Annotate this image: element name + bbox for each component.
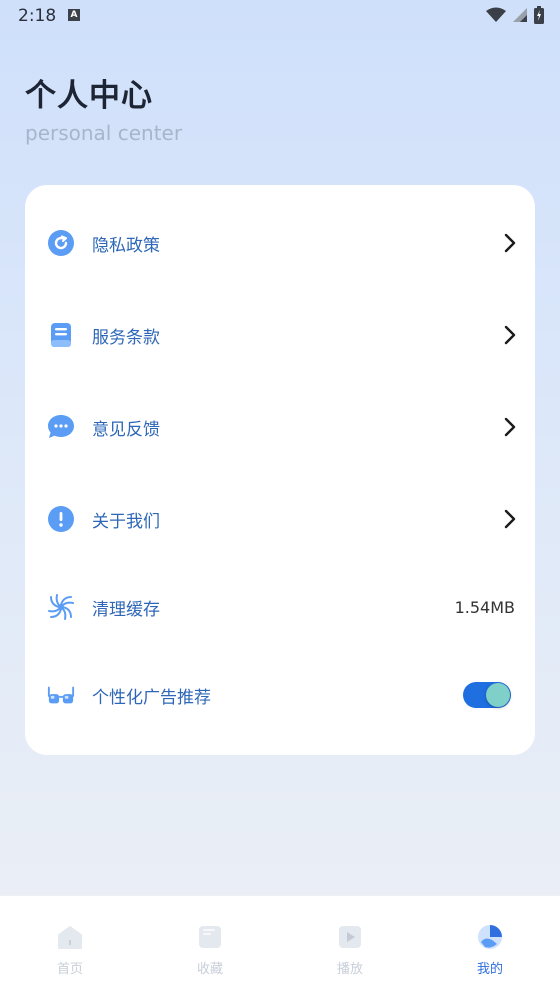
settings-card: 隐私政策 服务条款 意见反馈 关于我们 清理缓存 1.54MB 个性化广告推荐 — [25, 185, 535, 755]
tab-favorites-label: 收藏 — [196, 962, 223, 977]
status-notification-icon: A — [68, 9, 80, 21]
clear-cache-label: 清理缓存 — [92, 599, 160, 620]
about-us-row[interactable]: 关于我们 — [25, 489, 535, 549]
document-icon — [47, 321, 75, 349]
privacy-policy-row[interactable]: 隐私政策 — [25, 213, 535, 273]
privacy-policy-label: 隐私政策 — [92, 235, 160, 256]
status-time: 2:18 — [18, 6, 57, 26]
tab-favorites[interactable]: 收藏 — [140, 896, 280, 995]
personalized-ads-row: 个性化广告推荐 — [25, 665, 535, 725]
swirl-icon — [47, 593, 75, 621]
bookmark-icon — [199, 926, 221, 948]
play-icon — [339, 926, 361, 948]
profile-icon — [478, 925, 502, 949]
tab-home-label: 首页 — [56, 962, 83, 977]
clear-cache-row[interactable]: 清理缓存 1.54MB — [25, 577, 535, 637]
refresh-circle-icon — [47, 229, 75, 257]
tab-play-label: 播放 — [336, 962, 363, 977]
terms-of-service-row[interactable]: 服务条款 — [25, 305, 535, 365]
feedback-row[interactable]: 意见反馈 — [25, 397, 535, 457]
status-bar: 2:18 A — [0, 0, 560, 32]
about-us-label: 关于我们 — [92, 511, 160, 532]
chevron-right-icon — [504, 325, 516, 345]
chevron-right-icon — [504, 509, 516, 529]
info-exclamation-icon — [47, 505, 75, 533]
feedback-label: 意见反馈 — [92, 419, 160, 440]
tab-home[interactable]: 首页 — [0, 896, 140, 995]
chevron-right-icon — [504, 233, 516, 253]
battery-icon — [534, 6, 544, 24]
tab-mine-label: 我的 — [476, 962, 503, 977]
toggle-knob — [486, 683, 510, 707]
home-icon — [58, 926, 82, 949]
personalized-ads-label: 个性化广告推荐 — [92, 687, 211, 708]
personalized-ads-toggle[interactable] — [463, 682, 511, 708]
wifi-icon — [486, 7, 506, 22]
glasses-icon — [47, 681, 75, 709]
page-subtitle: personal center — [25, 121, 183, 145]
chat-bubble-icon — [47, 413, 75, 441]
page-title: 个人中心 — [25, 78, 153, 114]
terms-of-service-label: 服务条款 — [92, 327, 160, 348]
tab-mine[interactable]: 我的 — [420, 896, 560, 995]
bottom-tab-bar: 首页 收藏 播放 我的 — [0, 895, 560, 995]
tab-play[interactable]: 播放 — [280, 896, 420, 995]
chevron-right-icon — [504, 417, 516, 437]
cache-size-value: 1.54MB — [454, 597, 515, 617]
signal-icon — [513, 8, 527, 22]
status-right — [486, 6, 544, 24]
